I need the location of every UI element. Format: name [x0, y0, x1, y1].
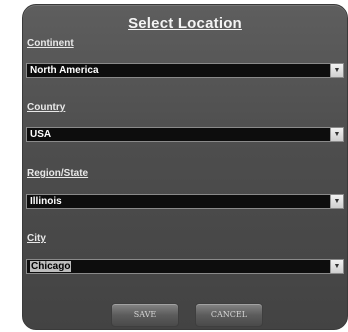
- country-label: Country: [27, 102, 66, 113]
- save-button[interactable]: SAVE: [111, 303, 179, 327]
- chevron-down-icon[interactable]: ▼: [330, 64, 343, 77]
- city-label: City: [27, 233, 46, 244]
- chevron-down-icon[interactable]: ▼: [330, 260, 343, 273]
- continent-label: Continent: [27, 38, 74, 49]
- region-value: Illinois: [30, 196, 62, 207]
- continent-select[interactable]: North America ▼: [26, 63, 344, 78]
- region-select[interactable]: Illinois ▼: [26, 194, 344, 209]
- region-label: Region/State: [27, 168, 89, 179]
- city-select[interactable]: Chicago ▼: [26, 259, 344, 274]
- cancel-button[interactable]: CANCEL: [195, 303, 263, 327]
- select-location-dialog: Select Location Continent North America …: [22, 4, 348, 330]
- country-select[interactable]: USA ▼: [26, 127, 344, 142]
- continent-value: North America: [30, 65, 99, 76]
- country-value: USA: [30, 129, 52, 140]
- city-value: Chicago: [30, 261, 72, 272]
- chevron-down-icon[interactable]: ▼: [330, 128, 343, 141]
- chevron-down-icon[interactable]: ▼: [330, 195, 343, 208]
- dialog-title: Select Location: [128, 15, 242, 32]
